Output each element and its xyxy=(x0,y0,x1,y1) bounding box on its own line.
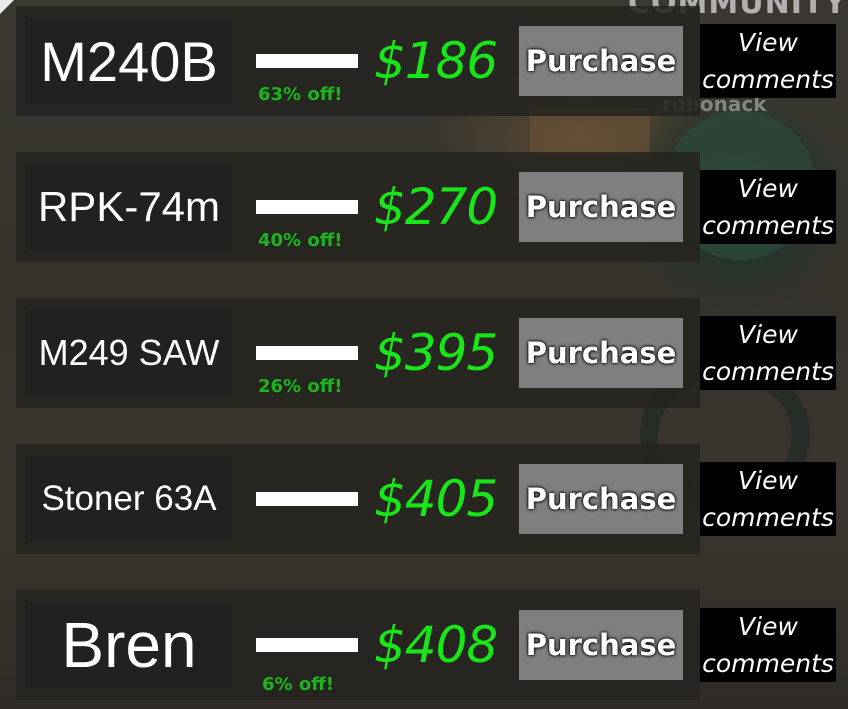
view-comments-line1: View xyxy=(738,28,798,57)
separator-dash xyxy=(256,638,358,652)
discount-label: 6% off! xyxy=(262,674,334,695)
view-comments-line2: comments xyxy=(702,65,834,94)
view-comments-line1: View xyxy=(738,174,798,203)
view-comments-button[interactable]: View comments xyxy=(700,608,836,682)
item-price: $395 xyxy=(374,324,498,382)
view-comments-button[interactable]: View comments xyxy=(700,24,836,98)
view-comments-button[interactable]: View comments xyxy=(700,462,836,536)
separator-dash xyxy=(256,200,358,214)
view-comments-line1: View xyxy=(738,612,798,641)
separator-dash xyxy=(256,54,358,68)
separator-dash xyxy=(256,346,358,360)
separator-dash xyxy=(256,492,358,506)
item-price: $270 xyxy=(374,178,498,236)
item-price: $408 xyxy=(374,616,498,674)
item-name: M240B xyxy=(26,18,232,104)
purchase-button[interactable]: Purchase xyxy=(519,464,683,534)
item-name: M249 SAW xyxy=(26,310,232,396)
item-name: Bren xyxy=(26,602,232,688)
item-name: Stoner 63A xyxy=(26,456,232,542)
discount-label: 40% off! xyxy=(258,230,343,251)
cursor-icon xyxy=(0,0,14,14)
shop-item-row: Bren $408 6% off! Purchase xyxy=(16,590,700,700)
purchase-button[interactable]: Purchase xyxy=(519,26,683,96)
shop-item-row: M240B $186 63% off! Purchase xyxy=(16,6,700,116)
discount-label: 26% off! xyxy=(258,376,343,397)
shop-item-row: Stoner 63A $405 Purchase xyxy=(16,444,700,554)
view-comments-line1: View xyxy=(738,320,798,349)
discount-label: 63% off! xyxy=(258,84,343,105)
view-comments-line2: comments xyxy=(702,649,834,678)
view-comments-line1: View xyxy=(738,466,798,495)
shop-item-row: M249 SAW $395 26% off! Purchase xyxy=(16,298,700,408)
view-comments-button[interactable]: View comments xyxy=(700,316,836,390)
purchase-button[interactable]: Purchase xyxy=(519,610,683,680)
item-price: $186 xyxy=(374,32,498,90)
shop-item-row: RPK-74m $270 40% off! Purchase xyxy=(16,152,700,262)
purchase-button[interactable]: Purchase xyxy=(519,172,683,242)
view-comments-button[interactable]: View comments xyxy=(700,170,836,244)
view-comments-line2: comments xyxy=(702,211,834,240)
item-price: $405 xyxy=(374,470,498,528)
view-comments-line2: comments xyxy=(702,503,834,532)
purchase-button[interactable]: Purchase xyxy=(519,318,683,388)
item-name: RPK-74m xyxy=(26,164,232,250)
view-comments-line2: comments xyxy=(702,357,834,386)
